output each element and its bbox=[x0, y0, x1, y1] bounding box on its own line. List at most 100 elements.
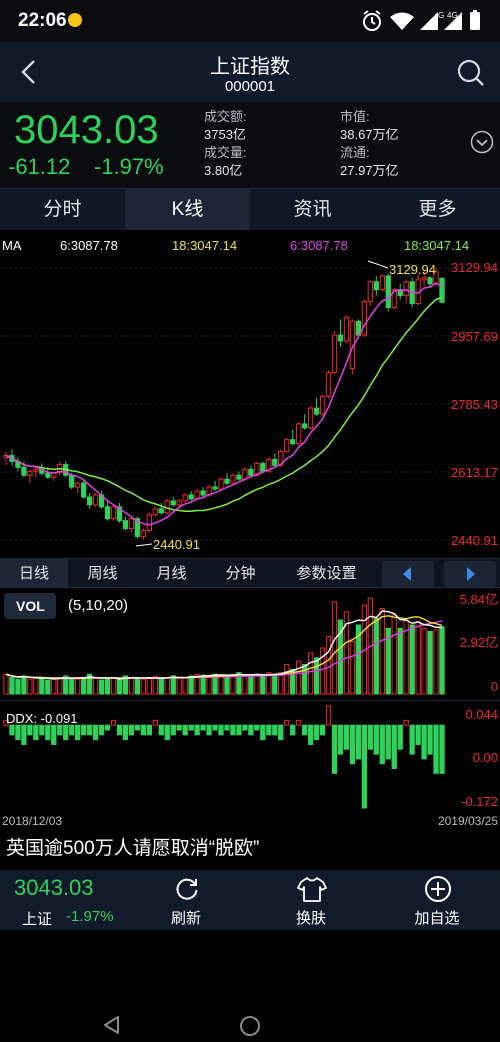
volume-bar bbox=[301, 663, 308, 695]
volume-bar bbox=[33, 677, 39, 695]
ddx-bar bbox=[45, 724, 51, 741]
ddx-bar bbox=[254, 724, 260, 731]
tshirt-icon bbox=[297, 877, 327, 902]
refresh-button[interactable]: 刷新 bbox=[141, 870, 231, 930]
date-start: 2018/12/03 bbox=[2, 814, 63, 828]
kline-y-tick: 3129.94 bbox=[451, 260, 498, 275]
alarm-icon bbox=[363, 10, 381, 31]
wifi-icon bbox=[390, 12, 414, 30]
candle-body bbox=[152, 508, 158, 516]
volume-panel[interactable]: VOL (5,10,20) 5.84亿 2.92亿 0 bbox=[0, 588, 500, 700]
volume-bar bbox=[9, 677, 15, 695]
volume-bar bbox=[284, 663, 290, 695]
candle-body bbox=[343, 316, 350, 342]
triangle-right-icon bbox=[467, 567, 475, 581]
skin-label: 换肤 bbox=[295, 910, 326, 927]
candle-body bbox=[301, 423, 308, 429]
ddx-bar bbox=[9, 724, 15, 736]
ddx-bar bbox=[391, 724, 397, 770]
kline-y-tick: 2785.43 bbox=[451, 397, 498, 412]
search-icon[interactable] bbox=[456, 58, 486, 88]
volume-bar bbox=[45, 679, 51, 695]
ddx-y-top: 0.044 bbox=[465, 707, 498, 722]
ddx-bar bbox=[206, 724, 212, 736]
volume-bar bbox=[296, 660, 302, 695]
volume-bar bbox=[272, 673, 278, 695]
period-monthly[interactable]: 月线 bbox=[137, 559, 206, 588]
candle-body bbox=[86, 496, 93, 506]
date-end: 2019/03/25 bbox=[437, 814, 498, 828]
index-summary[interactable]: 3043.03 上证 -1.97% bbox=[0, 870, 125, 930]
ddx-bar bbox=[415, 724, 421, 745]
bottom-name: 上证 bbox=[22, 911, 53, 928]
nav-back-icon[interactable] bbox=[100, 1014, 124, 1038]
volume-bar bbox=[254, 673, 260, 695]
volume-label: 成交量: bbox=[204, 145, 247, 160]
kline-chart[interactable]: MA 6:3087.78 18:3047.14 6:3087.78 18:304… bbox=[0, 230, 500, 558]
nav-home-icon[interactable] bbox=[238, 1014, 262, 1038]
ddx-bar bbox=[319, 724, 326, 736]
ddx-panel[interactable]: DDX: -0.091 0.044 0.00 -0.172 bbox=[0, 700, 500, 812]
volume-bar bbox=[391, 614, 397, 695]
tab-timeshare[interactable]: 分时 bbox=[0, 189, 125, 231]
ddx-bar bbox=[212, 724, 218, 731]
vol-y-top: 5.84亿 bbox=[460, 592, 498, 607]
volume-bar bbox=[248, 674, 254, 695]
battery-icon bbox=[470, 12, 480, 30]
volume-bar bbox=[325, 635, 332, 695]
volume-bar bbox=[39, 677, 45, 695]
volume-bar bbox=[27, 678, 33, 695]
ddx-y-bottom: -0.172 bbox=[461, 794, 498, 809]
expand-chevron-icon[interactable] bbox=[470, 130, 494, 154]
candle-body bbox=[69, 474, 75, 488]
ddx-bar bbox=[433, 724, 439, 774]
next-button[interactable] bbox=[444, 561, 496, 587]
volume-bar bbox=[92, 677, 99, 695]
ddx-bar bbox=[140, 724, 147, 736]
ddx-bar bbox=[104, 724, 111, 731]
ddx-label: DDX: -0.091 bbox=[6, 711, 78, 726]
ma-label: MA bbox=[2, 238, 22, 253]
refresh-icon bbox=[176, 878, 198, 900]
ma18-value-left: 18:3047.14 bbox=[172, 238, 237, 253]
ddx-bar bbox=[385, 724, 391, 760]
ddx-bar bbox=[75, 724, 81, 741]
volume-bar bbox=[104, 678, 111, 695]
skin-button[interactable]: 换肤 bbox=[266, 870, 356, 930]
period-daily[interactable]: 日线 bbox=[0, 559, 68, 588]
add-watchlist-button[interactable]: 加自选 bbox=[392, 870, 482, 930]
svg-text:4G: 4G bbox=[447, 11, 458, 20]
volume-bar bbox=[242, 675, 248, 695]
volume-bar bbox=[397, 627, 403, 695]
candle-body bbox=[182, 494, 188, 502]
period-settings[interactable]: 参数设置 bbox=[275, 559, 378, 588]
ddx-bar bbox=[361, 724, 368, 809]
candle-body bbox=[188, 494, 194, 500]
ddx-bar bbox=[200, 724, 206, 731]
tab-more[interactable]: 更多 bbox=[375, 189, 500, 231]
volume-bar bbox=[69, 677, 75, 695]
candle-body bbox=[361, 301, 368, 336]
svg-text:G: G bbox=[438, 11, 444, 20]
period-minute[interactable]: 分钟 bbox=[206, 559, 275, 588]
turnover-value: 3753亿 bbox=[204, 127, 246, 142]
ddx-bar bbox=[86, 724, 93, 736]
vol-params: (5,10,20) bbox=[68, 597, 128, 614]
volume-value: 3.80亿 bbox=[204, 163, 243, 178]
ddx-bar bbox=[230, 724, 236, 736]
volume-bar bbox=[409, 624, 415, 695]
volume-bar bbox=[158, 677, 164, 695]
tab-news[interactable]: 资讯 bbox=[250, 189, 375, 231]
volume-bar bbox=[15, 678, 21, 695]
ddx-bar bbox=[236, 724, 242, 736]
stock-header: 上证指数 000001 bbox=[0, 42, 500, 102]
volume-bar bbox=[415, 621, 421, 695]
tab-kline[interactable]: K线 bbox=[125, 189, 250, 231]
volume-bar bbox=[21, 675, 27, 695]
news-ticker[interactable]: 英国逾500万人请愿取消“脱欧” bbox=[0, 830, 500, 870]
ddx-bar bbox=[313, 724, 320, 741]
prev-button[interactable] bbox=[382, 561, 434, 587]
volume-bar bbox=[349, 640, 356, 695]
candle-body bbox=[75, 482, 81, 488]
period-weekly[interactable]: 周线 bbox=[68, 559, 137, 588]
